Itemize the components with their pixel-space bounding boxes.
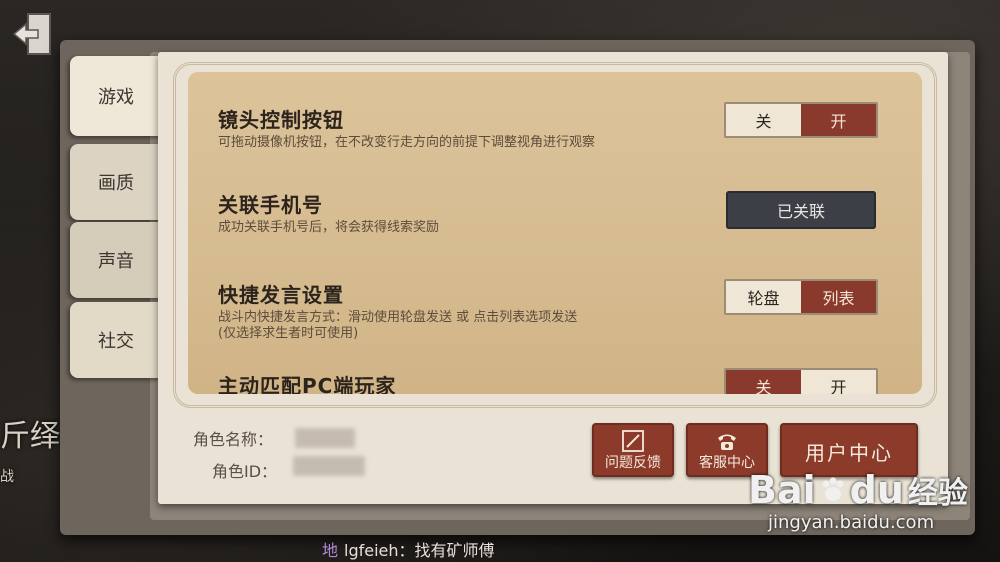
toggle-on[interactable]: 开 <box>801 370 876 394</box>
tab-sound[interactable]: 声音 <box>70 222 162 298</box>
toggle-off[interactable]: 关 <box>726 104 801 136</box>
tab-social[interactable]: 社交 <box>70 302 162 378</box>
toggle-list[interactable]: 列表 <box>801 281 876 313</box>
chat-channel: 地 <box>322 541 339 560</box>
side-subtitle: 战 <box>0 469 14 485</box>
setting-desc-note: (仅选择求生者时可使用) <box>218 326 359 341</box>
tab-label: 声音 <box>98 251 134 272</box>
watermark-url: jingyan.baidu.com <box>768 512 935 533</box>
setting-camera-button: 镜头控制按钮 可拖动摄像机按钮，在不改变行走方向的前提下调整视角进行观察 <box>218 104 698 151</box>
telephone-icon <box>718 434 736 450</box>
setting-link-phone: 关联手机号 成功关联手机号后，将会获得线索奖励 <box>218 189 698 236</box>
tab-game[interactable]: 游戏 <box>70 56 162 136</box>
setting-title: 镜头控制按钮 <box>218 108 344 132</box>
side-title: 斤绎 <box>0 419 60 454</box>
tab-label: 社交 <box>98 331 134 352</box>
watermark: Bai du 经验 jingyan.baidu.com <box>748 468 998 548</box>
role-name-label: 角色名称： <box>193 430 274 449</box>
toggle-wheel[interactable]: 轮盘 <box>726 281 801 313</box>
setting-title: 关联手机号 <box>218 193 323 217</box>
quick-chat-toggle[interactable]: 轮盘 列表 <box>724 279 878 315</box>
setting-pc-match: 主动匹配PC端玩家 <box>218 370 698 394</box>
watermark-brand-2: du <box>849 468 904 512</box>
tab-label: 游戏 <box>98 87 134 108</box>
setting-desc: 可拖动摄像机按钮，在不改变行走方向的前提下调整视角进行观察 <box>218 135 596 150</box>
toggle-off[interactable]: 关 <box>726 370 801 394</box>
paw-icon <box>822 477 844 501</box>
setting-title: 主动匹配PC端玩家 <box>218 374 397 394</box>
role-id-value-blurred <box>293 456 365 476</box>
chat-line: 地 lgfeieh：找有矿师傅 <box>322 537 495 561</box>
side-panel-text: 斤绎 战 <box>0 420 60 494</box>
chat-message: lgfeieh：找有矿师傅 <box>344 541 495 560</box>
watermark-cn: 经验 <box>907 476 968 511</box>
user-center-label: 用户中心 <box>805 441 893 465</box>
role-name-value-blurred <box>295 428 355 448</box>
pen-icon <box>622 430 644 452</box>
role-id-label: 角色ID： <box>212 462 278 481</box>
toggle-on[interactable]: 开 <box>801 104 876 136</box>
setting-desc: 成功关联手机号后，将会获得线索奖励 <box>218 220 440 235</box>
feedback-button[interactable]: 问题反馈 <box>592 423 674 477</box>
setting-desc: 战斗内快捷发言方式：滑动使用轮盘发送 或 点击列表选项发送 <box>218 310 578 325</box>
camera-toggle[interactable]: 关 开 <box>724 102 878 138</box>
setting-quick-chat: 快捷发言设置 战斗内快捷发言方式：滑动使用轮盘发送 或 点击列表选项发送 (仅选… <box>218 279 698 342</box>
watermark-brand: Bai <box>748 468 816 512</box>
feedback-label: 问题反馈 <box>605 455 661 471</box>
settings-list[interactable]: 镜头控制按钮 可拖动摄像机按钮，在不改变行走方向的前提下调整视角进行观察 关 开… <box>188 72 922 394</box>
pc-match-toggle[interactable]: 关 开 <box>724 368 878 394</box>
linked-button[interactable]: 已关联 <box>726 191 876 229</box>
exit-icon[interactable] <box>8 10 60 62</box>
tab-graphics[interactable]: 画质 <box>70 144 162 220</box>
tab-label: 画质 <box>98 173 134 194</box>
setting-title: 快捷发言设置 <box>218 283 344 307</box>
